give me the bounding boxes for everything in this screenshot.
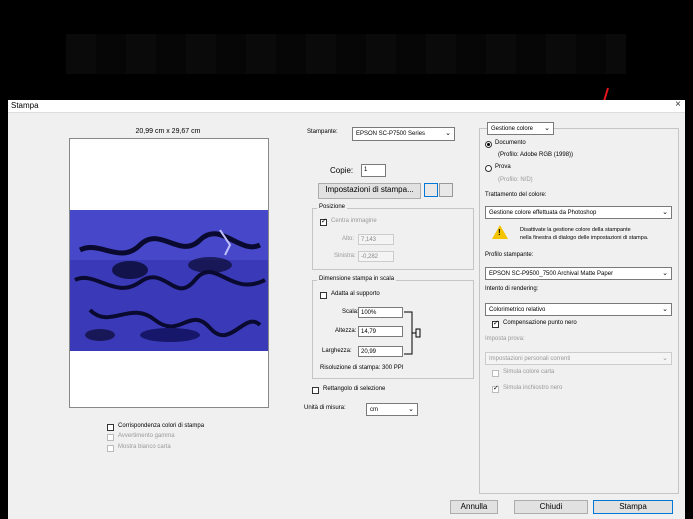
- color-handling-value: Gestione colore effettuata da Photoshop: [489, 210, 597, 216]
- position-legend: Posizione: [317, 204, 348, 210]
- width-input[interactable]: 20,99: [358, 346, 403, 357]
- paper-dimensions: 20,99 cm x 29,67 cm: [135, 128, 201, 135]
- portrait-orientation-icon[interactable]: [424, 183, 438, 197]
- printer-profile-label: Profilo stampante:: [485, 252, 534, 258]
- color-handling-label: Trattamento del colore:: [485, 192, 547, 198]
- document-radio[interactable]: [485, 141, 492, 148]
- link-bracket-icon[interactable]: [404, 311, 426, 356]
- color-management-select[interactable]: Gestione colore ⌄: [487, 122, 554, 135]
- printer-profile-value: EPSON SC-P9500_7500 Archival Matte Paper: [489, 271, 614, 277]
- print-button[interactable]: Stampa: [593, 500, 673, 514]
- print-dialog: Stampa × 20,99 cm x 29,67 cm Corrisponde…: [8, 99, 685, 519]
- proof-radio[interactable]: [485, 165, 492, 172]
- chevron-down-icon: ⌄: [662, 355, 668, 362]
- scale-input[interactable]: 100%: [358, 307, 403, 318]
- chevron-down-icon: ⌄: [445, 130, 451, 137]
- print-preview: [69, 138, 269, 408]
- proof-setup-label: Imposta prova:: [485, 336, 525, 342]
- units-value: cm: [370, 407, 378, 413]
- height-input[interactable]: 14,79: [358, 326, 403, 337]
- document-profile: (Profilo: Adobe RGB (1998)): [498, 152, 574, 158]
- copies-label: Copie:: [330, 166, 354, 175]
- print-settings-button[interactable]: Impostazioni di stampa...: [318, 183, 421, 199]
- warning-text-2: nella finestra di dialogo delle impostaz…: [520, 235, 649, 241]
- warning-icon: !: [492, 225, 508, 239]
- printer-value: EPSON SC-P7500 Series: [356, 131, 426, 137]
- proof-setup-select[interactable]: Impostazioni personali correnti ⌄: [485, 352, 672, 365]
- simulate-paper-checkbox[interactable]: [492, 370, 499, 377]
- warning-text-1: Disattivate la gestione colore della sta…: [520, 227, 631, 233]
- simulate-ink-checkbox[interactable]: [492, 384, 499, 393]
- cancel-button[interactable]: Annulla: [450, 500, 498, 514]
- close-button[interactable]: Chiudi: [514, 500, 588, 514]
- left-label: Sinistra:: [334, 253, 356, 259]
- gamut-warning-label: Avvertimento gamma: [118, 433, 175, 439]
- fit-media-checkbox[interactable]: [320, 292, 327, 299]
- proof-label: Prova: [495, 164, 511, 170]
- top-label: Alto:: [342, 236, 355, 242]
- width-label: Larghezza:: [322, 348, 352, 354]
- rendering-intent-label: Intento di rendering:: [485, 286, 539, 292]
- units-label: Unità di misura:: [304, 405, 346, 411]
- printer-select[interactable]: EPSON SC-P7500 Series ⌄: [352, 127, 455, 141]
- units-select[interactable]: cm ⌄: [366, 403, 418, 416]
- left-input[interactable]: -0,282: [358, 251, 394, 262]
- chevron-down-icon: ⌄: [662, 270, 668, 277]
- match-colors-checkbox[interactable]: [107, 424, 114, 431]
- preview-image: [70, 210, 268, 351]
- chevron-down-icon: ⌄: [662, 209, 668, 216]
- rendering-intent-value: Colorimetrico relativo: [489, 307, 546, 313]
- chevron-down-icon: ⌄: [662, 306, 668, 313]
- close-icon[interactable]: ×: [675, 99, 681, 110]
- height-label: Altezza:: [335, 328, 357, 334]
- proof-profile: (Profilo: N/D): [498, 177, 533, 183]
- color-management-value: Gestione colore: [491, 126, 534, 132]
- paper-white-label: Mostra bianco carta: [118, 444, 171, 450]
- dialog-title: Stampa: [11, 101, 39, 110]
- printer-profile-select[interactable]: EPSON SC-P9500_7500 Archival Matte Paper…: [485, 267, 672, 280]
- chevron-down-icon: ⌄: [544, 125, 550, 132]
- top-input[interactable]: 7,143: [358, 234, 394, 245]
- paper-white-checkbox[interactable]: [107, 445, 114, 452]
- center-image-checkbox[interactable]: [320, 217, 327, 226]
- bounding-box-checkbox[interactable]: [312, 387, 319, 394]
- gamut-warning-checkbox[interactable]: [107, 434, 114, 441]
- printer-label: Stampante:: [307, 129, 338, 135]
- black-point-checkbox[interactable]: [492, 319, 499, 328]
- color-handling-select[interactable]: Gestione colore effettuata da Photoshop ⌄: [485, 206, 672, 219]
- black-point-label: Compensazione punto nero: [503, 320, 577, 326]
- simulate-ink-label: Simula inchiostro nero: [503, 385, 563, 391]
- simulate-paper-label: Simula colore carta: [503, 369, 555, 375]
- chevron-down-icon: ⌄: [408, 406, 414, 413]
- center-image-label: Centra immagine: [331, 218, 377, 224]
- scale-label: Scala:: [342, 309, 359, 315]
- print-resolution: Risoluzione di stampa: 300 PPI: [320, 365, 404, 371]
- document-label: Documento: [495, 140, 526, 146]
- fit-media-label: Adatta al supporto: [331, 291, 380, 297]
- match-colors-label: Corrispondenza colori di stampa: [118, 423, 205, 429]
- rendering-intent-select[interactable]: Colorimetrico relativo ⌄: [485, 303, 672, 316]
- scaled-size-legend: Dimensione stampa in scala: [317, 276, 397, 282]
- bounding-box-label: Rettangolo di selezione: [323, 386, 386, 392]
- copies-input[interactable]: 1: [361, 164, 386, 177]
- landscape-orientation-icon[interactable]: [439, 183, 453, 197]
- proof-setup-value: Impostazioni personali correnti: [489, 356, 571, 362]
- title-bar: Stampa ×: [8, 99, 685, 113]
